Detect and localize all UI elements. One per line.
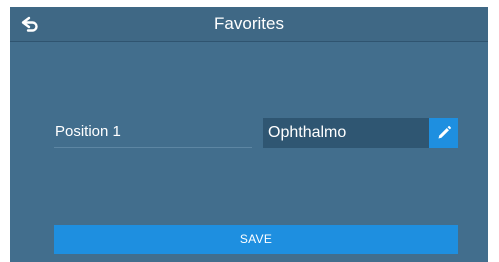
page-title: Favorites (214, 14, 284, 33)
position-label: Position 1 (54, 118, 252, 148)
edit-button[interactable] (429, 118, 458, 148)
save-button[interactable]: SAVE (54, 225, 458, 254)
pencil-icon (438, 126, 451, 139)
program-field[interactable]: Ophthalmo (263, 118, 429, 148)
favorites-screen: Favorites Position 1 Ophthalmo SAVE (10, 7, 488, 262)
header-bar: Favorites (10, 7, 488, 42)
